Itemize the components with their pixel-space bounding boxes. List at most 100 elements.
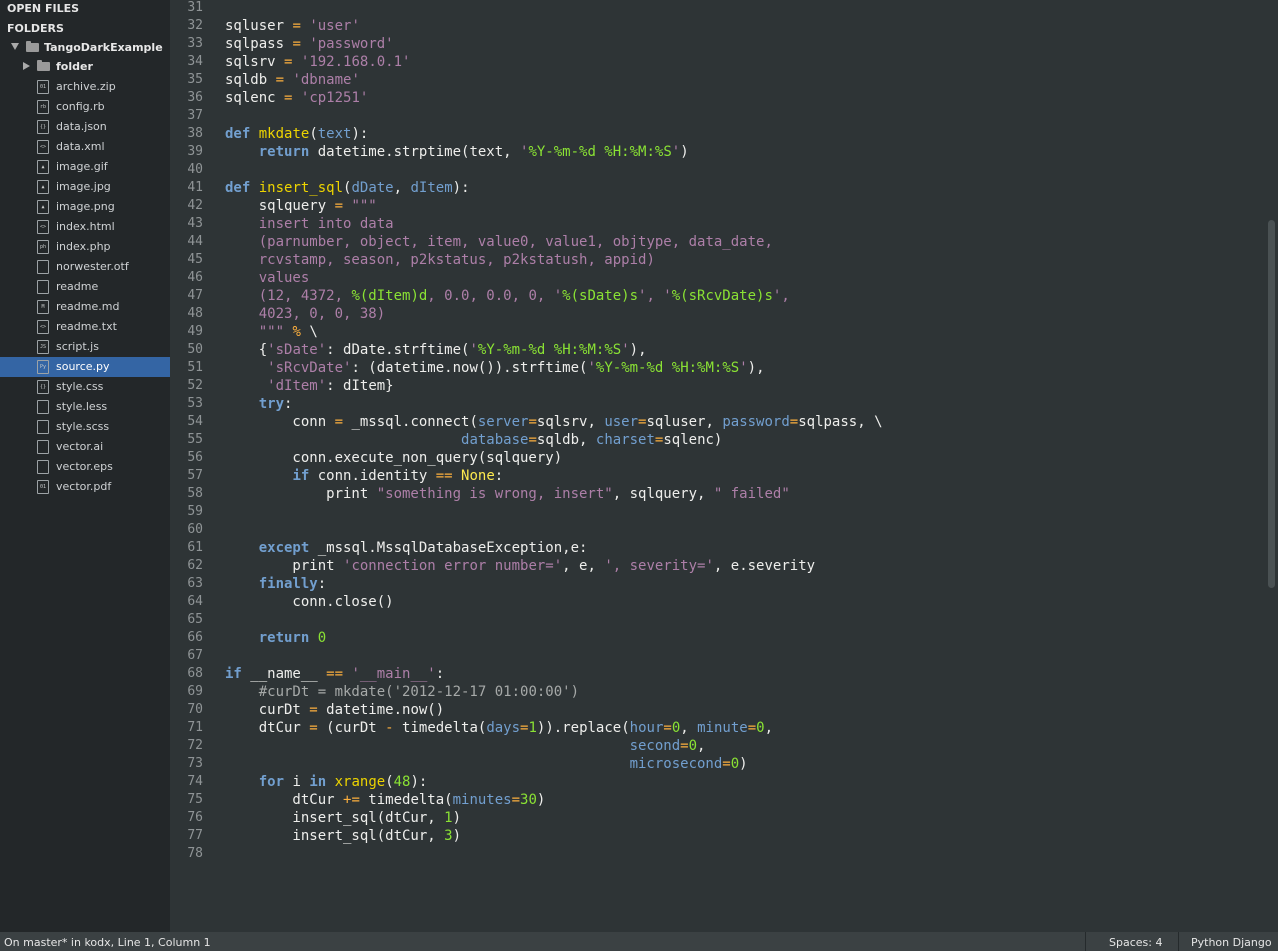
code-token: ' [671, 144, 681, 160]
code-line[interactable]: return datetime.strptime(text, '%Y-%m-%d… [225, 143, 689, 161]
code-token: = [528, 432, 537, 448]
file-row[interactable]: style.scss [0, 417, 170, 437]
file-row[interactable]: ▲ image.jpg [0, 177, 170, 197]
line-number: 45 [187, 252, 203, 267]
indentation-selector[interactable]: Spaces: 4 [1109, 936, 1162, 949]
code-line[interactable]: conn.close() [225, 593, 393, 611]
code-line[interactable]: 'sRcvDate': (datetime.now()).strftime('%… [225, 359, 764, 377]
code-line[interactable]: return 0 [225, 629, 326, 647]
file-row[interactable]: style.less [0, 397, 170, 417]
code-token: user [604, 414, 639, 430]
code-line[interactable]: print "something is wrong, insert", sqlq… [225, 485, 790, 503]
code-line[interactable]: insert_sql(dtCur, 3) [225, 827, 461, 845]
code-token: mkdate [258, 126, 310, 142]
file-row[interactable]: Py source.py [0, 357, 170, 377]
code-token: , [697, 738, 706, 754]
code-token: in [309, 774, 327, 790]
file-row[interactable]: ▲ image.png [0, 197, 170, 217]
project-folder-row[interactable]: TangoDarkExample [0, 38, 170, 58]
code-line[interactable]: def insert_sql(dDate, dItem): [225, 179, 470, 197]
file-row[interactable]: rb config.rb [0, 97, 170, 117]
code-line[interactable]: sqlsrv = '192.168.0.1' [225, 53, 410, 71]
code-line[interactable]: finally: [225, 575, 326, 593]
code-line[interactable]: sqluser = 'user' [225, 17, 360, 35]
file-row[interactable]: norwester.otf [0, 257, 170, 277]
scrollbar-thumb[interactable] [1268, 220, 1275, 588]
file-icon [37, 280, 49, 294]
code-line[interactable]: """ % \ [225, 323, 318, 341]
vertical-scrollbar[interactable] [1266, 0, 1278, 932]
folders-header[interactable]: FOLDERS [7, 22, 64, 35]
file-row[interactable]: {} style.css [0, 377, 170, 397]
file-row[interactable]: Mreadme.md [0, 297, 170, 317]
code-line[interactable]: def mkdate(text): [225, 125, 368, 143]
code-line[interactable]: insert_sql(dtCur, 1) [225, 809, 461, 827]
code-token: (12, 4372, [258, 288, 352, 304]
code-token: ) [739, 756, 748, 772]
line-number: 32 [187, 18, 203, 33]
code-line[interactable]: 'dItem': dItem} [225, 377, 393, 395]
code-line[interactable]: second=0, [225, 737, 706, 755]
code-editor[interactable]: sqluser = 'user' sqlpass = 'password' sqls… [223, 0, 1265, 932]
file-row[interactable]: ▲ image.gif [0, 157, 170, 177]
code-line[interactable]: insert into data [225, 215, 394, 233]
syntax-selector[interactable]: Python Django [1191, 936, 1272, 949]
file-label: image.jpg [56, 180, 111, 193]
code-line[interactable]: conn = _mssql.connect(server=sqlsrv, use… [225, 413, 882, 431]
file-row[interactable]: <> readme.txt [0, 317, 170, 337]
code-token: 'sDate' [267, 342, 327, 358]
code-line[interactable]: {'sDate': dDate.strftime('%Y-%m-%d %H:%M… [225, 341, 647, 359]
code-line[interactable]: curDt = datetime.now() [225, 701, 444, 719]
code-token: ' [469, 342, 478, 358]
file-row[interactable]: 01 archive.zip [0, 77, 170, 97]
line-number: 54 [187, 414, 203, 429]
code-line[interactable]: microsecond=0) [225, 755, 748, 773]
line-number: 74 [187, 774, 203, 789]
code-line[interactable]: except _mssql.MssqlDatabaseException,e: [225, 539, 588, 557]
file-icon [37, 260, 49, 274]
code-line[interactable]: for i in xrange(48): [225, 773, 428, 791]
code-line[interactable]: print 'connection error number=', e, ', … [225, 557, 815, 575]
subfolder-row[interactable]: folder [0, 57, 170, 77]
file-row[interactable]: vector.ai [0, 437, 170, 457]
status-divider [1085, 932, 1086, 951]
code-line[interactable]: values [225, 269, 310, 287]
code-token: def [225, 126, 251, 142]
code-token: try [258, 396, 285, 412]
code-token: ', severity=' [604, 558, 714, 574]
file-row[interactable]: ph index.php [0, 237, 170, 257]
code-line[interactable]: if conn.identity == None: [225, 467, 503, 485]
file-row[interactable]: JS script.js [0, 337, 170, 357]
code-line[interactable]: sqlpass = 'password' [225, 35, 394, 53]
code-line[interactable]: conn.execute_non_query(sqlquery) [225, 449, 562, 467]
code-line[interactable]: rcvstamp, season, p2kstatus, p2kstatush,… [225, 251, 655, 269]
chevron-right-icon[interactable] [23, 62, 30, 70]
file-row[interactable]: readme [0, 277, 170, 297]
code-line[interactable]: sqldb = 'dbname' [225, 71, 360, 89]
code-token: days [486, 720, 521, 736]
code-line[interactable]: (parnumber, object, item, value0, value1… [225, 233, 773, 251]
open-files-header[interactable]: OPEN FILES [7, 2, 79, 15]
code-line[interactable]: sqlquery = """ [225, 197, 377, 215]
image-file-icon: ▲ [37, 160, 49, 174]
code-line[interactable]: database=sqldb, charset=sqlenc) [225, 431, 722, 449]
code-line[interactable]: #curDt = mkdate('2012-12-17 01:00:00') [225, 683, 579, 701]
code-line[interactable]: if __name__ == '__main__': [225, 665, 444, 683]
file-row[interactable]: <> index.html [0, 217, 170, 237]
file-row[interactable]: 01 vector.pdf [0, 477, 170, 497]
code-line[interactable]: dtCur += timedelta(minutes=30) [225, 791, 545, 809]
file-row[interactable]: <> data.xml [0, 137, 170, 157]
code-line[interactable]: 4023, 0, 0, 38) [225, 305, 385, 323]
file-label: archive.zip [56, 80, 116, 93]
file-row[interactable]: vector.eps [0, 457, 170, 477]
line-number: 47 [187, 288, 203, 303]
chevron-down-icon[interactable] [11, 43, 19, 50]
code-line[interactable]: (12, 4372, %(dItem)d, 0.0, 0.0, 0, '%(sD… [225, 287, 790, 305]
code-line[interactable]: sqlenc = 'cp1251' [225, 89, 368, 107]
file-row[interactable]: {} data.json [0, 117, 170, 137]
code-line[interactable]: dtCur = (curDt - timedelta(days = 1)).repl… [225, 719, 773, 737]
code-line[interactable]: try: [225, 395, 293, 413]
